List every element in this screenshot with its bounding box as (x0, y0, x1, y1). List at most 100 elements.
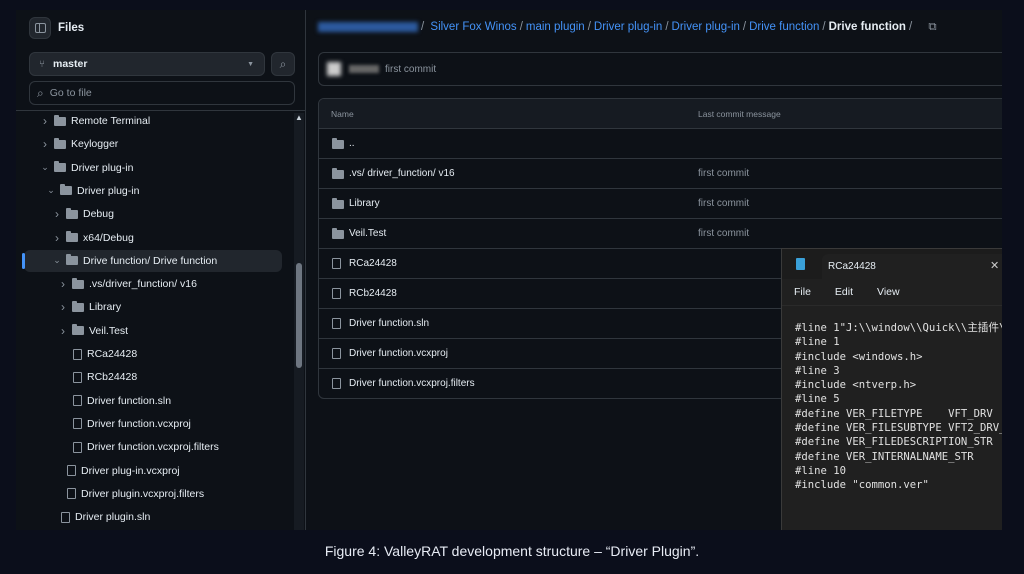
blurred-author (349, 65, 379, 73)
branch-icon: ⑂ (39, 58, 45, 70)
commit-message-link[interactable]: first commit (698, 168, 749, 179)
tab-rca24428[interactable]: RCa24428 ✕ (822, 254, 1002, 279)
chevron-right-icon[interactable]: › (57, 300, 69, 314)
chevron-down-icon[interactable]: ⌄ (39, 162, 51, 173)
go-to-file-input[interactable]: ⌕ Go to file (29, 81, 295, 105)
breadcrumb-link[interactable]: main plugin (526, 21, 585, 33)
commit-message-link[interactable]: first commit (698, 198, 749, 209)
file-name-link[interactable]: .. (349, 138, 355, 149)
tree-item-label: Driver plugin.sln (75, 511, 151, 524)
tree-item[interactable]: RCb24428 (73, 366, 137, 388)
code-line: #line 3 (795, 364, 840, 377)
chevron-right-icon[interactable]: › (51, 207, 63, 221)
scroll-up-arrow-icon[interactable]: ▲ (295, 113, 303, 122)
code-line: #define VER_FILEDESCRIPTION_STR "Hidden … (795, 436, 993, 449)
tree-item[interactable]: Driver function.vcxproj (73, 413, 191, 435)
file-icon (332, 348, 341, 359)
breadcrumb-current: Drive function (828, 21, 906, 33)
folder-icon (332, 228, 344, 239)
tree-item[interactable]: Driver plug-in.vcxproj (67, 460, 180, 482)
chevron-down-icon[interactable]: ⌄ (45, 185, 57, 196)
menu-edit[interactable]: Edit (835, 286, 853, 298)
breadcrumb-link[interactable]: Drive function (749, 21, 819, 33)
folder-icon (72, 300, 84, 312)
file-name-link[interactable]: .vs/ driver_function/ v16 (349, 168, 455, 179)
sidebar-title: Files (58, 22, 85, 34)
menu-bar: File Edit View H1 ⌄ ☰ ⌄ B I ⊂⊃ A̶b (782, 279, 1002, 305)
sidebar-panel-icon (34, 23, 46, 33)
notepad-app-icon (796, 258, 805, 270)
text-editor[interactable]: #line 1"J:\\window\\Quick\\主插件\\驱动插件\\驱动… (795, 321, 1002, 493)
folder-icon (72, 324, 84, 336)
tree-item-label: Veil.Test (89, 324, 129, 337)
folder-icon (66, 207, 78, 219)
folder-icon (332, 138, 344, 149)
folder-icon (54, 137, 66, 149)
tree-item[interactable]: › Remote Terminal (39, 110, 150, 132)
file-name-link[interactable]: Veil.Test (349, 228, 386, 239)
code-line: #define VER_INTERNALNAME_STR "Hidden.sys… (795, 450, 974, 463)
tree-item[interactable]: › Library (57, 296, 121, 318)
table-row[interactable]: .vs/ driver_function/ v16 first commit (319, 158, 1002, 188)
tree-item[interactable]: Driver function.sln (73, 390, 171, 412)
chevron-down-icon[interactable]: ⌄ (51, 255, 63, 266)
column-header-name: Name (331, 108, 354, 119)
tree-item[interactable]: › Debug (51, 203, 114, 225)
file-icon (61, 511, 70, 523)
tree-item[interactable]: › x64/Debug (51, 227, 134, 249)
folder-icon (332, 168, 344, 179)
commit-message-link[interactable]: first commit (698, 228, 749, 239)
chevron-right-icon[interactable]: › (51, 231, 63, 245)
file-name-link[interactable]: Library (349, 198, 380, 209)
file-name-link[interactable]: RCa24428 (349, 258, 397, 269)
close-tab-icon[interactable]: ✕ (990, 259, 999, 272)
branch-selector[interactable]: ⑂ master ▼ (29, 52, 265, 76)
tree-item[interactable]: ⌄ Driver plug-in (45, 180, 139, 202)
folder-icon (332, 198, 344, 209)
table-row[interactable]: .. (319, 128, 1002, 158)
tree-item[interactable]: › .vs/driver_function/ v16 (57, 273, 197, 295)
tree-item[interactable]: Driver plugin.sln (61, 506, 150, 528)
tree-item[interactable]: Driver plugin.vcxproj.filters (67, 483, 204, 505)
menu-view[interactable]: View (877, 286, 900, 298)
scrollbar-thumb[interactable] (296, 263, 302, 368)
tree-item[interactable]: › Keylogger (39, 133, 118, 155)
tree-item[interactable]: ⌄ Drive function/ Drive function (22, 249, 282, 272)
tree-item[interactable]: ⌄ Driver plug-in (39, 157, 133, 179)
commit-message[interactable]: first commit (385, 64, 436, 75)
table-row[interactable]: Veil.Test first commit (319, 218, 1002, 248)
file-icon (73, 441, 82, 453)
tree-scrollbar[interactable]: ▲ (294, 113, 304, 530)
table-row[interactable]: Library first commit (319, 188, 1002, 218)
chevron-right-icon[interactable]: › (39, 137, 51, 151)
chevron-right-icon[interactable]: › (57, 324, 69, 338)
menu-file[interactable]: File (794, 286, 811, 298)
breadcrumb-link[interactable]: Driver plug-in (672, 21, 740, 33)
collapse-sidebar-button[interactable] (29, 17, 51, 39)
tree-item-label: .vs/driver_function/ v16 (89, 278, 197, 291)
main-panel: / Silver Fox Winos / main plugin / Driver pl… (307, 10, 1002, 530)
tree-item[interactable]: RCa24428 (73, 343, 137, 365)
folder-open-icon (60, 184, 72, 196)
tree-item-label: Driver function.vcxproj (87, 417, 191, 430)
file-name-link[interactable]: RCb24428 (349, 288, 397, 299)
chevron-right-icon[interactable]: › (57, 277, 69, 291)
breadcrumb-link[interactable]: Silver Fox Winos (430, 21, 516, 33)
breadcrumb-link[interactable]: Driver plug-in (594, 21, 662, 33)
chevron-right-icon[interactable]: › (39, 114, 51, 128)
file-name-link[interactable]: Driver function.sln (349, 318, 429, 329)
avatar (327, 62, 341, 76)
file-name-link[interactable]: Driver function.vcxproj.filters (349, 378, 475, 389)
code-line: #line 1 (795, 336, 840, 349)
notepad-window: RCa24428 ✕ + File Edit View H1 ⌄ ☰ ⌄ B I… (781, 248, 1002, 530)
file-icon (67, 465, 76, 476)
tree-item[interactable]: › Veil.Test (57, 320, 128, 342)
code-line: #include "common.ver" (795, 479, 929, 492)
copy-path-icon[interactable]: ⧉ (928, 21, 936, 33)
file-name-link[interactable]: Driver function.vcxproj (349, 348, 448, 359)
folder-icon (72, 277, 84, 289)
tree-item[interactable]: Driver function.vcxproj.filters (73, 436, 219, 458)
file-icon (332, 258, 341, 269)
tree-item-label: Driver plugin.vcxproj.filters (81, 487, 205, 500)
search-button[interactable]: ⌕ (271, 52, 295, 76)
